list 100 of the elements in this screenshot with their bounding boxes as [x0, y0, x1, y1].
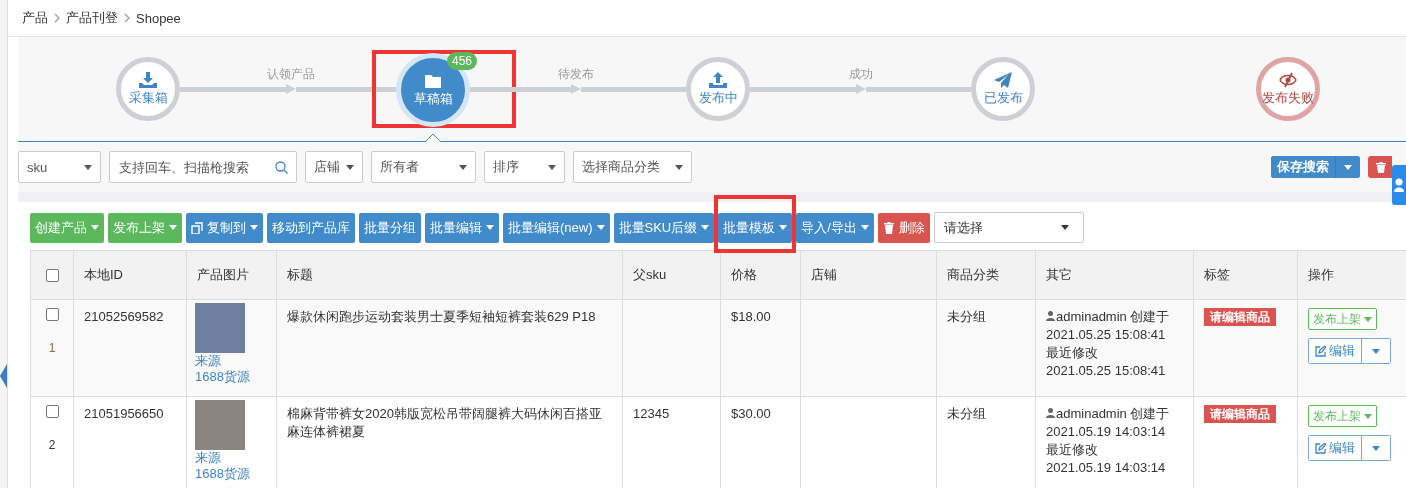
caret-icon: [548, 164, 556, 170]
toolbar-button[interactable]: 复制到: [186, 212, 263, 243]
user-icon: [1394, 178, 1404, 192]
edit-button[interactable]: 编辑: [1309, 436, 1362, 460]
chat-tab[interactable]: [1392, 165, 1406, 205]
breadcrumb-item[interactable]: 产品: [22, 9, 48, 27]
column-header: 本地ID: [73, 250, 187, 300]
owner-name: adminadmin 创建于: [1056, 309, 1170, 324]
column-header: 店铺: [800, 250, 937, 300]
edit-icon: [1315, 442, 1326, 454]
collapse-arrow-icon: [0, 364, 7, 388]
select-field[interactable]: 选择商品分类: [573, 151, 692, 183]
toolbar-button[interactable]: 批量分组: [359, 212, 421, 243]
created-time: 2021.05.19 14:03:14: [1046, 423, 1167, 441]
workflow-step[interactable]: 发布失败: [1256, 57, 1320, 121]
modified-label: 最近修改: [1046, 344, 1099, 362]
select-all-checkbox[interactable]: [45, 268, 59, 282]
field-value: sku: [27, 159, 48, 175]
copy-icon: [191, 221, 203, 234]
toolbar-button[interactable]: 创建产品: [30, 212, 104, 243]
select-field[interactable]: sku: [18, 151, 101, 183]
field-value: 排序: [493, 158, 519, 176]
chevron-right-icon: [54, 13, 60, 23]
toolbar-button[interactable]: 导入/导出: [796, 212, 874, 243]
field-value: 店铺: [314, 158, 340, 176]
count-badge: 456: [446, 52, 477, 70]
edit-button[interactable]: 编辑: [1309, 339, 1362, 363]
field-value: 请选择: [943, 218, 983, 237]
toolbar-button[interactable]: 批量编辑(new): [503, 212, 610, 243]
select-field[interactable]: 排序: [484, 151, 565, 183]
owner-name: adminadmin 创建于: [1056, 406, 1170, 421]
modified-label: 最近修改: [1046, 441, 1099, 459]
modified-time: 2021.05.25 15:08:41: [1046, 362, 1167, 380]
column-header: 父sku: [622, 250, 721, 300]
field-value: 选择商品分类: [582, 158, 660, 176]
toolbar-button[interactable]: 移动到产品库: [267, 212, 355, 243]
select-field[interactable]: 请选择: [933, 212, 1084, 243]
column-header: 标签: [1193, 250, 1298, 300]
folder-icon: [424, 72, 442, 89]
search-icon: [275, 161, 288, 174]
status-tag: 请编辑商品: [1204, 308, 1276, 326]
download-icon: [139, 71, 157, 88]
transition-label: 认领产品: [266, 66, 315, 82]
row-number: 1: [48, 340, 56, 357]
column-header: 价格: [720, 250, 801, 300]
trash-icon: [1376, 161, 1386, 173]
user-icon: [1046, 408, 1055, 418]
search-field[interactable]: 支持回车、扫描枪搜索: [109, 151, 297, 183]
paper-plane-icon: [994, 71, 1012, 88]
caret-icon: [346, 164, 354, 170]
toolbar-button[interactable]: 批量SKU后缀: [613, 212, 715, 243]
caret-icon: [1060, 225, 1069, 230]
select-field[interactable]: 所有者: [371, 151, 476, 183]
save-search-button[interactable]: 保存搜索: [1271, 156, 1336, 178]
breadcrumb-item: Shopee: [136, 10, 181, 26]
caret-icon: [675, 164, 683, 170]
created-time: 2021.05.25 15:08:41: [1046, 326, 1167, 344]
row-checkbox[interactable]: [45, 405, 59, 418]
table-cell: 爆款休闲跑步运动套装男士夏季短袖短裤套装629 P18: [276, 299, 623, 397]
caret-icon: [1364, 316, 1372, 322]
table-cell: 21052569582: [73, 299, 187, 397]
toolbar-button[interactable]: 删除: [877, 212, 930, 243]
trash-icon: [882, 221, 895, 234]
source-link[interactable]: 1688货源: [195, 466, 268, 482]
user-icon: [1046, 311, 1055, 321]
photo-placeholder: [195, 303, 245, 353]
chevron-right-icon: [124, 13, 130, 23]
column-header: 标题: [276, 250, 623, 300]
toolbar-button[interactable]: 批量模板: [718, 212, 793, 243]
table-cell: 未分组: [936, 299, 1036, 397]
publish-button[interactable]: 发布上架: [1308, 405, 1377, 427]
publish-button[interactable]: 发布上架: [1308, 308, 1377, 330]
workflow-step[interactable]: 采集箱: [116, 57, 180, 121]
table-cell: $18.00: [720, 299, 801, 397]
dropdown-button[interactable]: 店铺: [305, 151, 363, 183]
source-link[interactable]: 来源: [195, 353, 268, 369]
source-link[interactable]: 来源: [195, 450, 268, 466]
edit-icon: [1315, 345, 1326, 357]
column-header: 产品图片: [186, 250, 277, 300]
photo-placeholder: [195, 400, 245, 450]
upload-icon: [709, 71, 727, 88]
column-header: 其它: [1035, 250, 1194, 300]
source-link[interactable]: 1688货源: [195, 369, 268, 385]
workflow-step[interactable]: 已发布: [971, 57, 1035, 121]
row-number: 2: [48, 437, 56, 454]
column-header: 操作: [1297, 250, 1406, 300]
modified-time: 2021.05.19 14:03:14: [1046, 459, 1167, 477]
toolbar-button[interactable]: 批量编辑: [425, 212, 499, 243]
delete-button[interactable]: [1368, 156, 1392, 178]
breadcrumb-item[interactable]: 产品刊登: [66, 9, 118, 27]
workflow-step[interactable]: 发布中: [686, 57, 750, 121]
caret-icon: [1372, 348, 1380, 354]
status-tag: 请编辑商品: [1204, 405, 1276, 423]
column-header: 商品分类: [936, 250, 1036, 300]
row-checkbox[interactable]: [45, 308, 59, 321]
eye-slash-icon: [1279, 71, 1297, 88]
caret-icon: [1364, 413, 1372, 419]
transition-label: 成功: [848, 66, 873, 82]
toolbar-button[interactable]: 发布上架: [108, 212, 182, 243]
caret-icon: [84, 164, 92, 170]
